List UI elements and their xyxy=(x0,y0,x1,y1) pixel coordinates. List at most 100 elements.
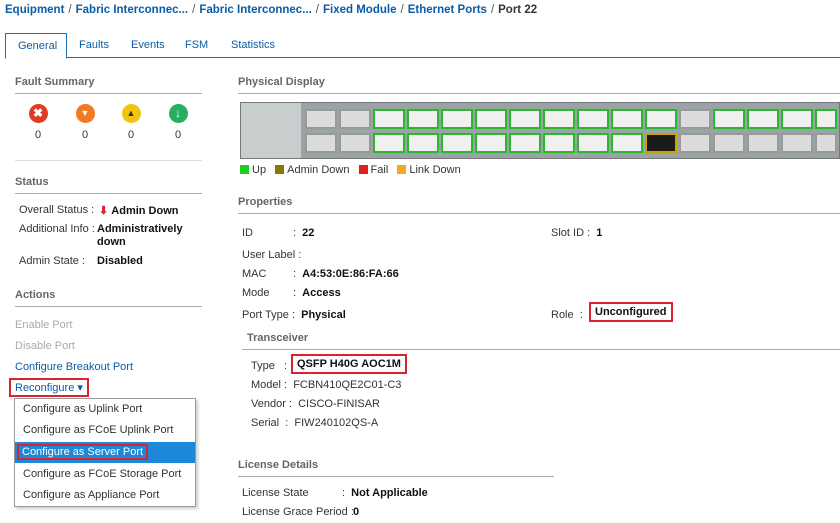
type-label: Type : xyxy=(251,360,288,372)
serial: Serial : FIW240102QS-A xyxy=(251,417,379,429)
port[interactable] xyxy=(373,133,405,153)
overall-status-value: ⬇ Admin Down xyxy=(99,205,179,217)
port[interactable] xyxy=(611,133,643,153)
port[interactable] xyxy=(577,109,609,129)
fault-critical: ✖ 0 xyxy=(26,104,50,141)
port[interactable] xyxy=(781,133,813,153)
port[interactable] xyxy=(543,133,575,153)
breadcrumb-ethernet-ports[interactable]: Ethernet Ports xyxy=(408,4,487,16)
mode-value: : Access xyxy=(293,287,341,299)
port[interactable] xyxy=(543,109,575,129)
tab-fsm[interactable]: FSM xyxy=(173,33,220,58)
admin-state-label: Admin State : xyxy=(19,255,86,267)
properties-title: Properties xyxy=(238,196,293,208)
legend-link-down: Link Down xyxy=(397,164,461,176)
port[interactable] xyxy=(339,109,371,129)
overall-status-label: Overall Status : xyxy=(19,204,95,216)
port[interactable] xyxy=(713,109,745,129)
port[interactable] xyxy=(441,133,473,153)
port[interactable] xyxy=(509,109,541,129)
model: Model : FCBN410QE2C01-C3 xyxy=(251,379,402,391)
tab-events[interactable]: Events xyxy=(119,33,177,58)
tab-statistics[interactable]: Statistics xyxy=(219,33,287,58)
breadcrumb-fixed-module[interactable]: Fixed Module xyxy=(323,4,396,16)
port[interactable] xyxy=(339,133,371,153)
port[interactable] xyxy=(815,109,837,129)
divider xyxy=(238,213,840,214)
port[interactable] xyxy=(441,109,473,129)
license-details-title: License Details xyxy=(238,459,319,471)
divider xyxy=(15,306,202,307)
legend-swatch xyxy=(397,165,407,174)
port[interactable] xyxy=(645,109,677,129)
fault-minor: ▲ 0 xyxy=(119,104,143,141)
port[interactable] xyxy=(407,109,439,129)
status-title: Status xyxy=(15,176,49,188)
fault-warning: ↓ 0 xyxy=(166,104,190,141)
port[interactable] xyxy=(373,109,405,129)
configure-breakout-port-link[interactable]: Configure Breakout Port xyxy=(15,361,133,373)
menu-item-fcoe-storage-port[interactable]: Configure as FCoE Storage Port xyxy=(15,464,195,485)
divider xyxy=(238,476,554,477)
breadcrumb: Equipment / Fabric Interconnec... / Fabric I… xyxy=(5,4,538,16)
menu-item-uplink-port[interactable]: Configure as Uplink Port xyxy=(15,399,195,420)
arrow-down-icon: ⬇ xyxy=(99,205,109,217)
menu-item-appliance-port[interactable]: Configure as Appliance Port xyxy=(15,485,195,506)
type-value: QSFP H40G AOC1M xyxy=(291,354,407,374)
breadcrumb-current: Port 22 xyxy=(498,4,538,16)
mac-label: MAC xyxy=(242,268,267,280)
breadcrumb-fabric-interconnect-2[interactable]: Fabric Interconnec... xyxy=(199,4,311,16)
additional-info-label: Additional Info : xyxy=(19,223,95,235)
port[interactable] xyxy=(815,133,837,153)
legend-swatch xyxy=(240,165,249,174)
divider xyxy=(15,193,202,194)
port[interactable] xyxy=(475,133,507,153)
port-type: Port Type : Physical xyxy=(242,309,346,321)
fault-warning-count: 0 xyxy=(174,129,182,141)
physical-display-title: Physical Display xyxy=(238,76,325,88)
port[interactable] xyxy=(305,109,337,129)
fault-minor-count: 0 xyxy=(127,129,135,141)
breadcrumb-fabric-interconnect-1[interactable]: Fabric Interconnec... xyxy=(76,4,188,16)
critical-icon: ✖ xyxy=(28,104,48,123)
port-status-legend: Up Admin Down Fail Link Down xyxy=(240,164,467,176)
legend-swatch xyxy=(275,165,285,174)
port[interactable] xyxy=(509,133,541,153)
id-value: : 22 xyxy=(293,227,315,239)
port[interactable] xyxy=(781,109,813,129)
role-value: Unconfigured xyxy=(589,302,673,322)
port[interactable] xyxy=(679,109,711,129)
port[interactable] xyxy=(679,133,711,153)
divider xyxy=(242,349,840,350)
license-grace-value: 0 xyxy=(353,506,360,518)
reconfigure-menu: Configure as Uplink Port Configure as FC… xyxy=(14,398,196,507)
menu-item-server-port[interactable]: Configure as Server Port xyxy=(15,442,195,463)
menu-item-fcoe-uplink-port[interactable]: Configure as FCoE Uplink Port xyxy=(15,420,195,441)
breadcrumb-equipment[interactable]: Equipment xyxy=(5,4,64,16)
port[interactable] xyxy=(475,109,507,129)
enable-port-link[interactable]: Enable Port xyxy=(15,319,72,331)
management-ports xyxy=(241,103,301,158)
tab-faults[interactable]: Faults xyxy=(67,33,121,58)
port[interactable] xyxy=(407,133,439,153)
tab-general[interactable]: General xyxy=(5,33,67,59)
port[interactable] xyxy=(611,109,643,129)
tab-bar: General Faults Events FSM Statistics xyxy=(5,33,840,59)
port-22-selected[interactable] xyxy=(645,133,677,153)
fault-summary-title: Fault Summary xyxy=(15,76,95,88)
warning-icon: ↓ xyxy=(168,104,188,123)
port[interactable] xyxy=(747,109,779,129)
mode-label: Mode xyxy=(242,287,270,299)
transceiver-title: Transceiver xyxy=(247,332,309,344)
divider xyxy=(238,93,840,94)
port[interactable] xyxy=(305,133,337,153)
admin-state-value: Disabled xyxy=(97,255,143,267)
legend-fail: Fail xyxy=(358,164,388,176)
port[interactable] xyxy=(577,133,609,153)
port[interactable] xyxy=(747,133,779,153)
user-label-label: User Label : xyxy=(242,249,302,261)
disable-port-link[interactable]: Disable Port xyxy=(15,340,75,352)
port[interactable] xyxy=(713,133,745,153)
fault-major: ▼ 0 xyxy=(73,104,97,141)
reconfigure-dropdown[interactable]: Reconfigure ▾ xyxy=(9,378,89,397)
